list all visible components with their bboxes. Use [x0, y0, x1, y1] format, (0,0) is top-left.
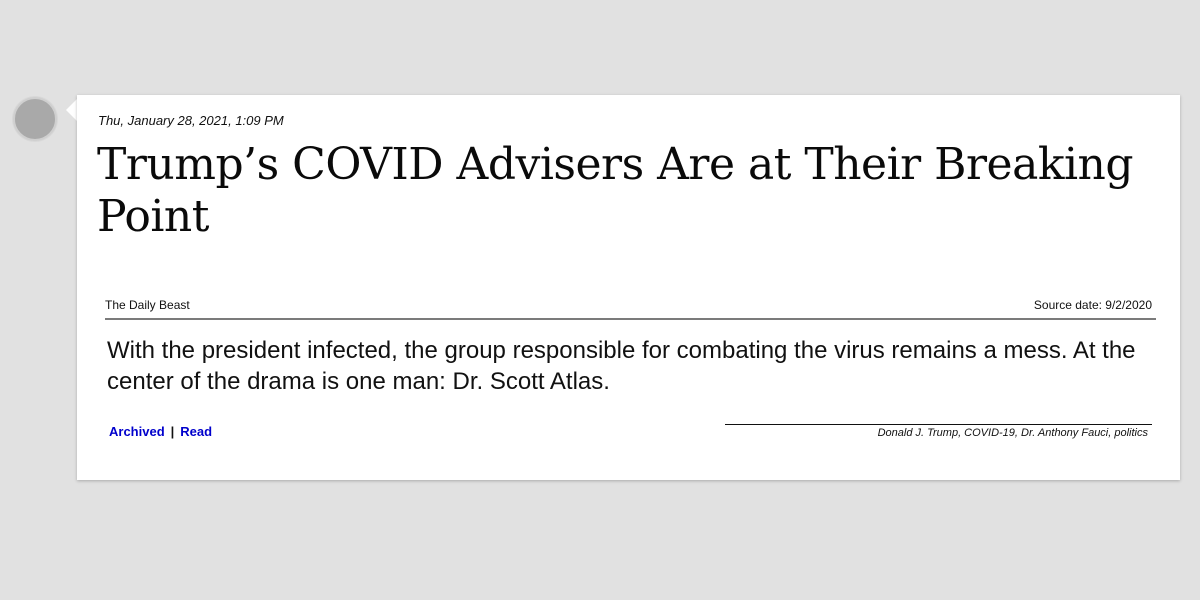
entry-headline: Trump’s COVID Advisers Are at Their Brea… [97, 139, 1134, 242]
timeline-marker-dot [13, 97, 57, 141]
entry-summary: With the president infected, the group r… [107, 337, 1136, 395]
source-date: Source date: 9/2/2020 [1033, 298, 1152, 312]
read-link[interactable]: Read [180, 424, 212, 439]
entry-links: Archived | Read [109, 424, 212, 439]
source-meta-row: The Daily Beast Source date: 9/2/2020 [105, 298, 1156, 320]
link-separator: | [170, 424, 175, 439]
entry-tags: Donald J. Trump, COVID-19, Dr. Anthony F… [725, 424, 1152, 439]
archived-link[interactable]: Archived [109, 424, 165, 439]
timeline-page: Thu, January 28, 2021, 1:09 PM Trump’s C… [0, 0, 1200, 600]
tags-text: Donald J. Trump, COVID-19, Dr. Anthony F… [877, 427, 1148, 439]
news-entry-card: Thu, January 28, 2021, 1:09 PM Trump’s C… [77, 95, 1180, 480]
entry-timestamp: Thu, January 28, 2021, 1:09 PM [98, 113, 284, 128]
source-name: The Daily Beast [105, 298, 190, 312]
